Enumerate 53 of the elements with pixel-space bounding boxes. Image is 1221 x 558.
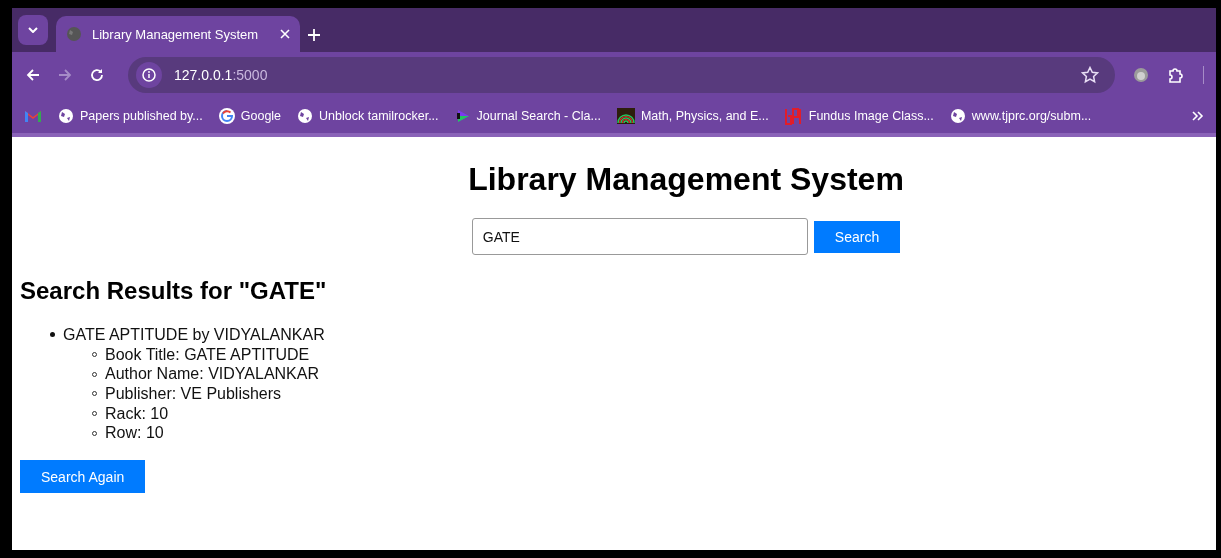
arrow-right-icon (58, 68, 72, 82)
result-detail: Publisher: VE Publishers (105, 384, 282, 403)
mail-icon (24, 108, 42, 123)
bookmark-link[interactable]: Unblock tamilrocker... (297, 107, 439, 124)
close-icon (280, 29, 290, 39)
globe-icon (58, 107, 74, 124)
globe-icon (66, 26, 82, 42)
tab-search-button[interactable] (18, 15, 48, 45)
globe-icon (297, 107, 314, 124)
site-info-button[interactable] (136, 62, 162, 88)
results-heading: Search Results for "GATE" (20, 277, 328, 305)
bookmark-link[interactable]: Journal Search - Cla... (454, 107, 601, 124)
page-title: Library Management System (468, 161, 904, 198)
result-detail: Author Name: VIDYALANKAR (105, 365, 319, 384)
tab-title: Library Management System (92, 26, 260, 42)
search-again-button[interactable]: Search Again (20, 460, 146, 494)
url-text: 127.0.0.1:5000 (174, 67, 269, 83)
google-icon (218, 107, 235, 124)
rings-icon (616, 107, 635, 124)
browser-tab[interactable]: Library Management System (56, 16, 300, 52)
reload-button[interactable] (90, 68, 104, 82)
address-bar[interactable]: 127.0.0.1:5000 (128, 57, 1115, 93)
bookmark-star-button[interactable] (1081, 66, 1099, 84)
result-detail: Row: 10 (105, 424, 164, 443)
bookmark-link[interactable]: Papers published by... (58, 107, 203, 124)
reload-icon (90, 68, 104, 82)
bookmark-link[interactable]: Fundus Image Class... (784, 106, 934, 125)
puzzle-icon (1167, 66, 1185, 84)
result-title: GATE APTITUDE by VIDYALANKAR (63, 325, 325, 344)
more-bookmarks-button[interactable] (1192, 110, 1204, 121)
round-badge-icon (1133, 67, 1149, 83)
double-chevron-icon (1192, 110, 1204, 121)
result-detail: Book Title: GATE APTITUDE (105, 345, 310, 364)
bookmark-link[interactable]: www.tjprc.org/subm... (949, 107, 1092, 124)
play-icon (454, 107, 471, 124)
extension-button[interactable] (1133, 67, 1149, 83)
search-field[interactable]: GATE (471, 218, 808, 255)
bookmark-link[interactable]: Google (218, 107, 282, 124)
bullet-icon (50, 332, 55, 338)
back-button[interactable] (26, 68, 40, 82)
bookmark-link[interactable]: Math, Physics, and E... (616, 107, 769, 124)
plus-icon (308, 29, 320, 41)
arrow-left-icon (26, 68, 40, 82)
info-icon (142, 68, 156, 82)
star-icon (1081, 66, 1099, 84)
result-detail: Rack: 10 (105, 404, 169, 423)
extensions-button[interactable] (1167, 66, 1185, 84)
new-tab-button[interactable] (308, 29, 320, 41)
logo-icon (784, 106, 803, 125)
chevron-down-icon (28, 27, 38, 33)
close-tab-button[interactable] (280, 29, 290, 39)
search-button[interactable]: Search (813, 220, 901, 253)
globe-icon (949, 107, 966, 124)
